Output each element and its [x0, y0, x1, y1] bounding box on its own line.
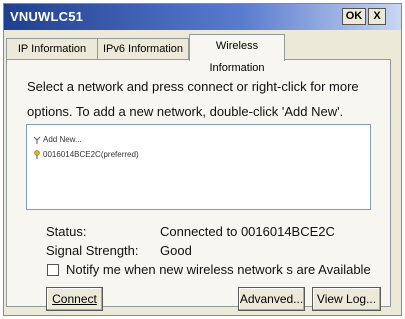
list-item-add-new[interactable]: Add New...: [33, 135, 82, 144]
view-log-button-label: View Log...: [316, 292, 377, 306]
notify-label[interactable]: Notify me when new wireless network s ar…: [66, 262, 371, 277]
tab-wireless-information[interactable]: Wireless Information: [189, 34, 285, 74]
tab-ip-information[interactable]: IP Information: [6, 38, 98, 60]
antenna-icon: [33, 136, 41, 144]
advanced-button-label: Advanved...: [239, 292, 304, 306]
instruction-line-2: options. To add a new network, double-cl…: [27, 104, 344, 119]
network-list[interactable]: Add New... 0016014BCE2C(preferred): [26, 124, 371, 210]
list-item-network[interactable]: 0016014BCE2C(preferred): [33, 150, 139, 160]
signal-strength-value: Good: [160, 243, 192, 258]
signal-strength-label: Signal Strength:: [46, 243, 139, 258]
network-pin-icon: [34, 150, 40, 160]
status-value: Connected to 0016014BCE2C: [160, 224, 335, 239]
ok-button[interactable]: OK: [342, 8, 366, 25]
notify-checkbox[interactable]: [47, 264, 59, 276]
instruction-line-1: Select a network and press connect or ri…: [27, 79, 359, 94]
connect-button[interactable]: Connect: [46, 287, 103, 311]
advanced-button[interactable]: Advanved...: [238, 287, 305, 311]
list-item-label: 0016014BCE2C(preferred): [43, 150, 139, 159]
list-item-label: Add New...: [43, 135, 82, 144]
connect-button-label: Connect: [52, 292, 97, 306]
title-bar: VNUWLC51 OK X: [4, 4, 401, 30]
view-log-button[interactable]: View Log...: [312, 287, 381, 311]
tab-ipv6-information[interactable]: IPv6 Information: [97, 38, 189, 60]
close-button[interactable]: X: [368, 8, 386, 25]
status-label: Status:: [46, 224, 87, 239]
window-title: VNUWLC51: [10, 9, 84, 24]
